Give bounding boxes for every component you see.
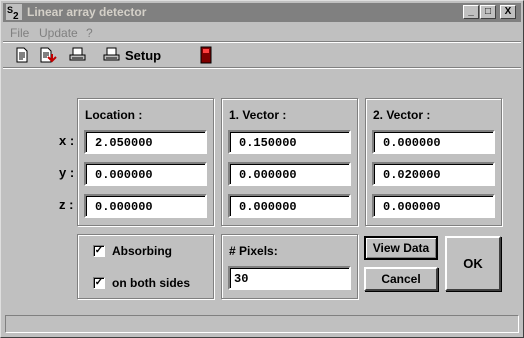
both-sides-label: on both sides <box>112 276 190 290</box>
vector1-x-field[interactable]: 0.150000 <box>228 130 351 154</box>
absorbing-label: Absorbing <box>112 244 172 258</box>
close-button[interactable]: X <box>500 5 516 19</box>
vector2-x-field[interactable]: 0.000000 <box>372 130 495 154</box>
status-bar <box>5 315 519 333</box>
view-data-button[interactable]: View Data <box>364 236 438 260</box>
vector2-z-field[interactable]: 0.000000 <box>372 194 495 218</box>
location-heading: Location : <box>85 108 143 122</box>
location-z-field[interactable]: 0.000000 <box>84 194 207 218</box>
location-y-field[interactable]: 0.000000 <box>84 162 207 186</box>
menu-update[interactable]: Update <box>39 26 78 40</box>
title-bar[interactable]: S 2 Linear array detector _ □ X <box>3 3 521 22</box>
printer-setup-icon[interactable] <box>103 45 121 65</box>
menu-file[interactable]: File <box>10 26 29 40</box>
vector1-z-field[interactable]: 0.000000 <box>228 194 351 218</box>
open-document-icon[interactable] <box>39 45 57 65</box>
menu-bar: File Update ? <box>3 23 521 41</box>
vector1-heading: 1. Vector : <box>229 108 287 122</box>
menu-help[interactable]: ? <box>86 26 93 40</box>
setup-button[interactable]: Setup <box>125 48 161 63</box>
maximize-button[interactable]: □ <box>480 5 496 19</box>
vector1-y-field[interactable]: 0.000000 <box>228 162 351 186</box>
print-icon[interactable] <box>69 45 87 65</box>
window-title: Linear array detector <box>27 5 147 19</box>
pixels-field[interactable]: 30 <box>228 266 351 290</box>
pixels-heading: # Pixels: <box>229 244 278 258</box>
toolbar-separator <box>3 67 521 69</box>
exit-door-icon[interactable] <box>199 45 213 65</box>
minimize-button[interactable]: _ <box>463 5 479 19</box>
svg-text:2: 2 <box>13 11 19 20</box>
row-label-x: x : <box>59 133 75 148</box>
absorbing-checkbox[interactable]: ✓ <box>93 245 105 257</box>
cancel-button[interactable]: Cancel <box>364 267 438 291</box>
vector2-y-field[interactable]: 0.020000 <box>372 162 495 186</box>
row-label-z: z : <box>59 197 74 212</box>
detector-dialog: S 2 Linear array detector _ □ X File Upd… <box>0 0 524 338</box>
new-document-icon[interactable] <box>15 45 29 65</box>
app-icon: S 2 <box>6 4 22 20</box>
ok-button[interactable]: OK <box>445 236 501 291</box>
vector2-heading: 2. Vector : <box>373 108 431 122</box>
both-sides-checkbox[interactable]: ✓ <box>93 277 105 289</box>
row-label-y: y : <box>59 165 75 180</box>
toolbar: Setup <box>3 43 521 67</box>
location-x-field[interactable]: 2.050000 <box>84 130 207 154</box>
